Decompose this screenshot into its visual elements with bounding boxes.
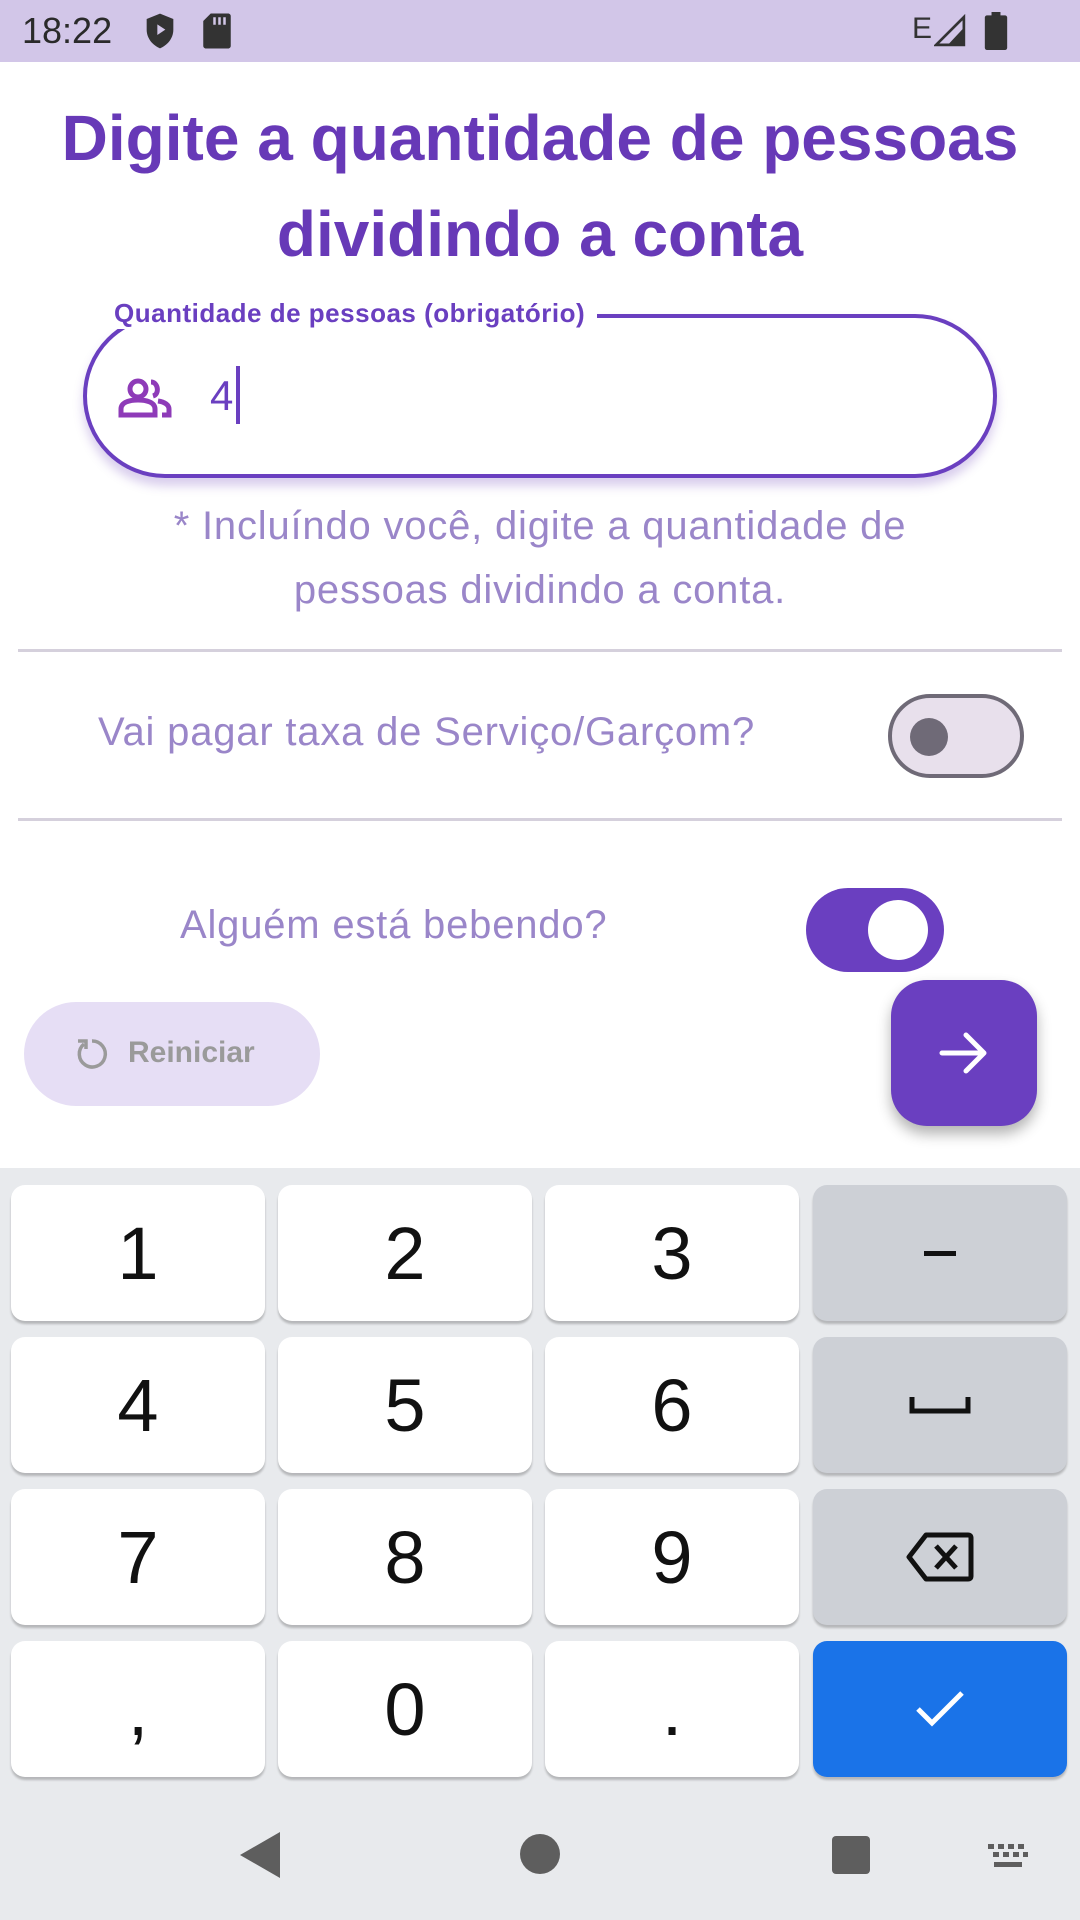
network-type: E: [912, 12, 933, 45]
key-period[interactable]: .: [545, 1641, 799, 1777]
people-count-value[interactable]: 4: [210, 372, 233, 420]
service-fee-toggle[interactable]: [888, 694, 1024, 778]
drinking-label: Alguém está bebendo?: [180, 903, 608, 947]
status-bar: 18:22 E: [0, 0, 1080, 62]
key-6[interactable]: 6: [545, 1337, 799, 1473]
toggle-knob: [910, 718, 948, 756]
page-title: Digite a quantidade de pessoas dividindo…: [61, 102, 1019, 270]
space-icon: [909, 1397, 971, 1414]
navigation-bar: [0, 1796, 1080, 1920]
helper-text: * Incluíndo você, digite a quantidade de…: [173, 504, 907, 612]
key-7[interactable]: 7: [11, 1489, 265, 1625]
back-icon[interactable]: [238, 1830, 282, 1880]
battery-icon: [984, 12, 1008, 50]
checkmark-icon: [916, 1691, 964, 1727]
key-backspace[interactable]: [813, 1489, 1067, 1625]
next-button[interactable]: [891, 980, 1037, 1126]
home-icon[interactable]: [520, 1834, 560, 1874]
key-9[interactable]: 9: [545, 1489, 799, 1625]
key-8[interactable]: 8: [278, 1489, 532, 1625]
key-enter[interactable]: [813, 1641, 1067, 1777]
reset-button[interactable]: Reiniciar: [24, 1002, 320, 1106]
key-1[interactable]: 1: [11, 1185, 265, 1321]
status-time: 18:22: [22, 10, 113, 51]
key-0[interactable]: 0: [278, 1641, 532, 1777]
key-space[interactable]: [813, 1337, 1067, 1473]
key-4[interactable]: 4: [11, 1337, 265, 1473]
people-count-label: Quantidade de pessoas (obrigatório): [104, 298, 598, 329]
key-2[interactable]: 2: [278, 1185, 532, 1321]
people-icon: [118, 378, 172, 418]
divider: [18, 818, 1062, 821]
recents-icon[interactable]: [832, 1836, 870, 1874]
reset-label: Reiniciar: [128, 1036, 255, 1069]
key-3[interactable]: 3: [545, 1185, 799, 1321]
key-5[interactable]: 5: [278, 1337, 532, 1473]
key-comma[interactable]: ,: [11, 1641, 265, 1777]
signal-icon: [934, 13, 966, 47]
minus-icon: [924, 1251, 956, 1256]
refresh-icon: [77, 1039, 108, 1069]
keyboard-switch-icon[interactable]: [986, 1842, 1030, 1872]
sd-card-icon: [203, 13, 231, 49]
arrow-right-icon: [939, 1032, 987, 1074]
backspace-icon: [906, 1532, 974, 1582]
text-cursor: [236, 366, 240, 424]
drinking-toggle[interactable]: [806, 888, 944, 972]
toggle-knob: [868, 900, 928, 960]
service-fee-label: Vai pagar taxa de Serviço/Garçom?: [98, 710, 756, 754]
divider: [18, 649, 1062, 652]
key-minus[interactable]: [813, 1185, 1067, 1321]
shield-icon: [146, 13, 174, 49]
